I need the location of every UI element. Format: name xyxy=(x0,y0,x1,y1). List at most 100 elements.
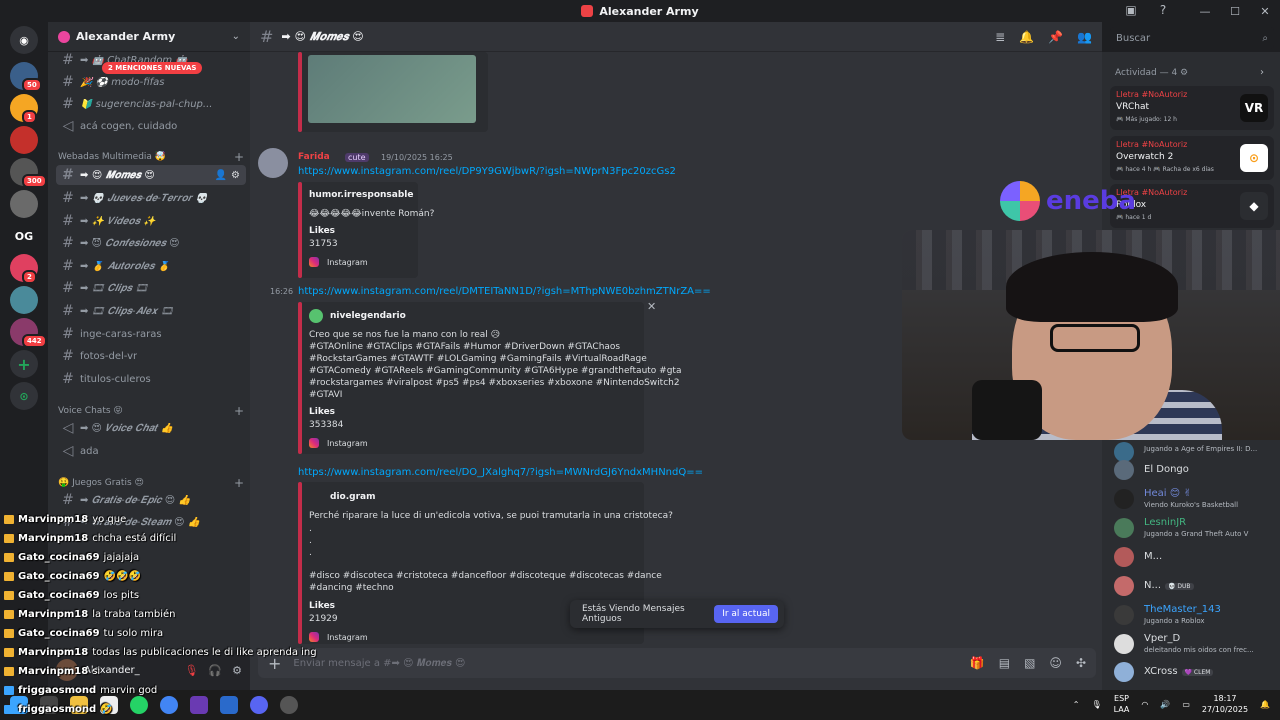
add-server-icon[interactable]: + xyxy=(10,350,38,378)
embed-field-name: Likes xyxy=(309,601,336,611)
wifi-icon[interactable]: ◠ xyxy=(1141,700,1148,709)
volume-icon[interactable]: 🔊 xyxy=(1160,700,1170,709)
threads-icon[interactable]: ≣ xyxy=(995,30,1005,44)
channel-item[interactable]: ◁ acá cogen, cuidado xyxy=(56,116,246,136)
clan-badge: 💀 DUB xyxy=(1165,583,1194,590)
channel-item[interactable]: # ➡ 😈 𝑪𝒐𝒏𝒇𝒆𝒔𝒊𝒐𝒏𝒆𝒔 😍 xyxy=(56,233,246,253)
apps-icon[interactable]: ✣ xyxy=(1076,656,1086,670)
voice-channel-item[interactable]: ◁ ➡ 😍 𝑽𝒐𝒊𝒄𝒆 𝑪𝒉𝒂𝒕 👍 xyxy=(56,418,246,438)
sticker-icon[interactable]: ▧ xyxy=(1024,656,1035,670)
gift-icon[interactable]: 🎁 xyxy=(970,656,985,670)
minimize-button[interactable]: — xyxy=(1190,5,1220,18)
speaker-icon: ◁ xyxy=(62,118,74,134)
help-icon[interactable]: ? xyxy=(1156,3,1170,17)
channel-item[interactable]: # 🎉 ⚽ modo-fifas xyxy=(56,72,246,92)
member-item[interactable]: El Dongo xyxy=(1114,458,1274,482)
activity-card[interactable]: Lletra #NoAutoriz Overwatch 2 🎮 hace 4 h… xyxy=(1110,136,1274,180)
message-composer[interactable]: + Enviar mensaje a #➡ 😍 𝑴𝒐𝒎𝒆𝒔 😍 🎁 ▤ ▧ ☺ … xyxy=(258,648,1096,678)
close-button[interactable]: ✕ xyxy=(1250,5,1280,18)
voice-channel-item[interactable]: ◁ ada xyxy=(56,441,246,461)
server-og[interactable]: OG xyxy=(10,222,38,250)
old-messages-text: Estás Viendo Mensajes Antiguos xyxy=(582,604,685,624)
member-item[interactable]: TheMaster_143 Jugando a Roblox xyxy=(1114,603,1274,627)
person-hair xyxy=(1006,252,1178,322)
hash-icon: # xyxy=(62,258,74,274)
channel-item-memes[interactable]: # ➡ 😍 𝑴𝒐𝒎𝒆𝒔 😍 👤 ⚙ xyxy=(56,165,246,185)
clan-badge: 💜 CLEM xyxy=(1181,669,1214,676)
message-author[interactable]: Farida xyxy=(298,152,330,162)
new-mentions-pill[interactable]: 2 MENCIONES NUEVAS xyxy=(102,62,203,74)
direct-messages-icon[interactable]: ◉ xyxy=(10,26,38,54)
add-channel-icon[interactable]: + xyxy=(234,150,244,164)
embed-description: . xyxy=(309,548,312,558)
emoji-icon[interactable]: ☺ xyxy=(1049,656,1062,670)
crown-icon xyxy=(4,610,14,619)
message-link[interactable]: https://www.instagram.com/reel/DP9Y9GWjb… xyxy=(298,166,676,177)
embed-description: #GTAComedy #GTAReels #GamingCommunity #G… xyxy=(309,366,682,376)
members-icon[interactable]: 👥 xyxy=(1077,30,1092,44)
avatar[interactable] xyxy=(258,148,288,178)
add-member-icon[interactable]: 👤 xyxy=(215,170,227,181)
member-item[interactable]: Vper_D deleitando mis oidos con frec... xyxy=(1114,632,1274,656)
gear-icon[interactable]: ⚙ xyxy=(231,170,240,181)
chevron-down-icon[interactable]: ⌄ xyxy=(232,31,240,42)
crown-icon xyxy=(4,591,14,600)
close-icon[interactable]: ✕ xyxy=(647,300,656,313)
avatar xyxy=(1114,518,1134,538)
message-input[interactable]: Enviar mensaje a #➡ 😍 𝑴𝒐𝒎𝒆𝒔 😍 xyxy=(293,658,957,669)
media-thumbnail[interactable] xyxy=(308,55,476,123)
server-icon[interactable] xyxy=(10,190,38,218)
channel-item[interactable]: # inge-caras-raras xyxy=(56,324,246,344)
category-multimedia[interactable]: Webadas Multimedia 🤯 + xyxy=(58,150,244,164)
hash-icon: # xyxy=(62,213,74,229)
maximize-button[interactable]: ☐ xyxy=(1220,5,1250,18)
gif-icon[interactable]: ▤ xyxy=(999,656,1010,670)
embed-author[interactable]: humor.irresponsable xyxy=(309,190,413,200)
language-indicator[interactable]: ESP LAA xyxy=(1114,693,1130,715)
message-link[interactable]: https://www.instagram.com/reel/DMTEITaNN… xyxy=(298,286,711,297)
channel-item[interactable]: # fotos-del-vr xyxy=(56,346,246,366)
embed-author[interactable]: nivelegendario xyxy=(330,311,406,321)
server-icon[interactable] xyxy=(10,126,38,154)
channel-item[interactable]: # 🔰 sugerencias-pal-chup... xyxy=(56,94,246,114)
channel-item[interactable]: # ➡ 𝑮𝒓𝒂𝒕𝒊𝒔-𝒅𝒆-𝑬𝒑𝒊𝒄 😍 👍 xyxy=(56,490,246,510)
member-item[interactable]: LesninJR Jugando a Grand Theft Auto V xyxy=(1114,516,1274,540)
channel-item[interactable]: # ➡ 💀 𝑱𝒖𝒆𝒗𝒆𝒔-𝒅𝒆-𝑻𝒆𝒓𝒓𝒐𝒓 💀 xyxy=(56,188,246,208)
window-title-text: Alexander Army xyxy=(599,4,699,18)
unread-badge: 50 xyxy=(22,78,42,92)
activity-card[interactable]: Lletra #NoAutoriz VRChat 🎮 Más jugado: 1… xyxy=(1110,86,1274,130)
channel-item[interactable]: # ➡ 🎞 𝑪𝒍𝒊𝒑𝒔 🎞 xyxy=(56,278,246,298)
bell-icon[interactable]: 🔔 xyxy=(1019,30,1034,44)
chevron-up-icon[interactable]: ⌃ xyxy=(1073,700,1080,709)
category-games[interactable]: 🤑 Juegos Gratis 😍 + xyxy=(58,476,244,490)
channel-item[interactable]: # ➡ 🥇 𝑨𝒖𝒕𝒐𝒓𝒐𝒍𝒆𝒔 🥇 xyxy=(56,256,246,276)
microphone-icon[interactable]: 🎙 xyxy=(1091,700,1101,709)
roblox-icon: ◆ xyxy=(1240,192,1268,220)
channel-item[interactable]: # titulos-culeros xyxy=(56,369,246,389)
jump-to-present-button[interactable]: Ir al actual xyxy=(714,605,778,623)
notifications-icon[interactable]: 🔔 xyxy=(1260,700,1270,709)
category-voice[interactable]: Voice Chats 😝 + xyxy=(58,404,244,418)
pin-icon[interactable]: 📌 xyxy=(1048,30,1063,44)
chevron-right-icon[interactable]: › xyxy=(1260,67,1264,78)
member-item[interactable]: N... 💀 DUB xyxy=(1114,574,1274,598)
message-link[interactable]: https://www.instagram.com/reel/DO_JXalgh… xyxy=(298,467,703,478)
embed-author[interactable]: dio.gram xyxy=(330,492,375,502)
member-item[interactable]: XCross 💜 CLEM xyxy=(1114,660,1274,684)
server-icon[interactable] xyxy=(10,286,38,314)
add-channel-icon[interactable]: + xyxy=(234,404,244,418)
channel-item[interactable]: # ➡ ✨ 𝑽𝒊𝒅𝒆𝒐𝒔 ✨ xyxy=(56,211,246,231)
crown-icon xyxy=(4,648,14,657)
embed-author-avatar xyxy=(309,309,323,323)
clock[interactable]: 18:17 27/10/2025 xyxy=(1202,693,1248,715)
guild-header[interactable]: Alexander Army ⌄ xyxy=(48,22,250,52)
channel-item[interactable]: # ➡ 🎞 𝑪𝒍𝒊𝒑𝒔-𝑨𝒍𝒆𝒙 🎞 xyxy=(56,301,246,321)
member-item[interactable]: Heai 😊 ✌ Viendo Kuroko's Basketball xyxy=(1114,487,1274,511)
chat-message: Gato_cocina69 🤣🤣🤣 xyxy=(4,571,141,582)
battery-icon[interactable]: ▭ xyxy=(1182,700,1190,709)
inbox-icon[interactable]: ▣ xyxy=(1124,3,1138,17)
add-channel-icon[interactable]: + xyxy=(234,476,244,490)
search-input[interactable]: Buscar ⌕ xyxy=(1110,27,1274,49)
member-item[interactable]: M... xyxy=(1114,545,1274,569)
explore-icon[interactable]: ⊙ xyxy=(10,382,38,410)
